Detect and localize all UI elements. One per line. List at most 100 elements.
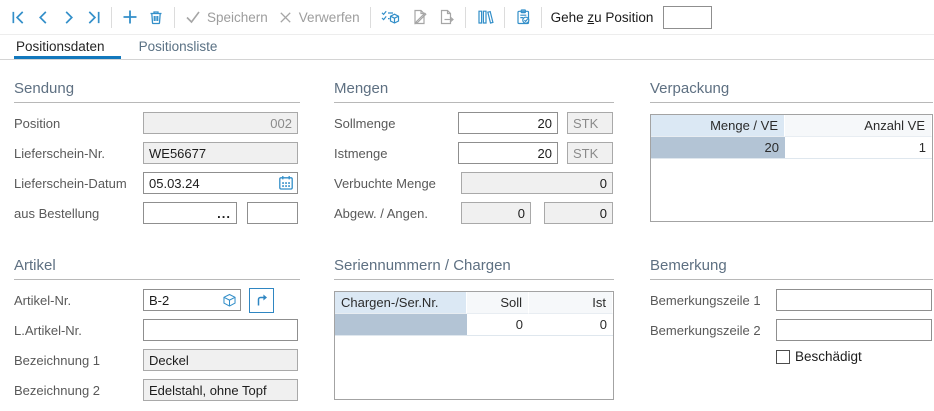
- nav-next-button[interactable]: [57, 6, 80, 29]
- nav-last-button[interactable]: [82, 6, 105, 29]
- group-title-verpackung: Verpackung: [650, 80, 933, 103]
- abgewiesen-field[interactable]: [461, 202, 531, 224]
- cell-soll[interactable]: 0: [467, 314, 529, 336]
- table-row: 20 1: [651, 137, 932, 159]
- bemerkungszeile2-field[interactable]: [776, 319, 932, 341]
- goods-check-icon: [381, 9, 401, 25]
- istmenge-field[interactable]: [458, 142, 558, 164]
- beschaedigt-label: Beschädigt: [795, 349, 862, 364]
- group-title-chargen: Seriennummern / Chargen: [334, 257, 614, 280]
- lieferschein-nr-label: Lieferschein-Nr.: [14, 146, 143, 161]
- nav-previous-button[interactable]: [32, 6, 55, 29]
- column-header-chargen-sernr: Chargen-/Ser.Nr.: [335, 292, 467, 314]
- goods-check-button[interactable]: [377, 5, 405, 29]
- add-icon: [122, 9, 138, 25]
- angenommen-field[interactable]: [544, 202, 613, 224]
- toolbar: Speichern Verwerfen Gehe zu Position: [0, 0, 934, 35]
- forward-document-icon: [438, 9, 455, 25]
- clipboard-check-button[interactable]: [511, 5, 535, 29]
- aus-bestellung-label: aus Bestellung: [14, 206, 143, 221]
- artikel-nr-label: Artikel-Nr.: [14, 293, 143, 308]
- toolbar-separator: [370, 7, 371, 28]
- table-row: 0 0: [335, 314, 613, 336]
- group-sendung: Sendung Position Lieferschein-Nr. Liefer…: [14, 80, 300, 232]
- column-header-menge-ve: Menge / VE: [651, 115, 785, 137]
- delete-position-button[interactable]: [144, 5, 168, 29]
- goto-arrow-icon: [254, 292, 270, 308]
- add-position-button[interactable]: [118, 5, 142, 29]
- edit-document-button[interactable]: [407, 5, 432, 29]
- istmenge-unit-field[interactable]: [567, 142, 613, 164]
- discard-button[interactable]: Verwerfen: [274, 6, 364, 29]
- forward-document-button[interactable]: [434, 5, 459, 29]
- bemerkungszeile2-label: Bemerkungszeile 2: [650, 323, 776, 338]
- position-field[interactable]: [143, 112, 298, 134]
- group-verpackung: Verpackung Menge / VE Anzahl VE 20 1: [650, 80, 933, 222]
- verbuchte-menge-field[interactable]: [461, 172, 613, 194]
- column-header-ist: Ist: [529, 292, 613, 314]
- bezeichnung1-field[interactable]: [143, 349, 298, 371]
- catalog-books-icon: [476, 9, 494, 25]
- artikel-nr-input[interactable]: [149, 293, 222, 308]
- lieferschein-nr-field[interactable]: [143, 142, 298, 164]
- verpackung-table-header: Menge / VE Anzahl VE: [651, 115, 932, 137]
- column-header-soll: Soll: [467, 292, 529, 314]
- bezeichnung1-label: Bezeichnung 1: [14, 353, 143, 368]
- sollmenge-field[interactable]: [458, 112, 558, 134]
- catalog-button[interactable]: [472, 5, 498, 29]
- toolbar-separator: [174, 7, 175, 28]
- bemerkungszeile1-field[interactable]: [776, 289, 932, 311]
- group-title-mengen: Mengen: [334, 80, 614, 103]
- tab-bar: Positionsdaten Positionsliste: [0, 36, 934, 60]
- bezeichnung2-label: Bezeichnung 2: [14, 383, 143, 398]
- goto-position-input[interactable]: [663, 6, 712, 29]
- verbuchte-menge-label: Verbuchte Menge: [334, 176, 458, 191]
- calendar-icon[interactable]: [278, 175, 294, 191]
- cell-anzahl-ve[interactable]: 1: [785, 137, 932, 159]
- bezeichnung2-field[interactable]: [143, 379, 298, 401]
- x-icon: [278, 10, 293, 25]
- bemerkungszeile1-label: Bemerkungszeile 1: [650, 293, 776, 308]
- abgew-angen-label: Abgew. / Angen.: [334, 206, 458, 221]
- toolbar-separator: [465, 7, 466, 28]
- trash-icon: [148, 9, 164, 25]
- save-button-label: Speichern: [207, 10, 268, 25]
- group-mengen: Mengen Sollmenge Istmenge Verbuchte Meng…: [334, 80, 614, 232]
- chargen-table: Chargen-/Ser.Nr. Soll Ist 0 0: [334, 291, 614, 400]
- beschaedigt-checkbox[interactable]: [776, 350, 790, 364]
- goto-position-label: Gehe zu Position: [551, 10, 654, 25]
- aus-bestellung-field[interactable]: ...: [143, 202, 237, 224]
- lookup-ellipsis-button[interactable]: ...: [215, 206, 233, 221]
- beschaedigt-row: Beschädigt: [650, 349, 933, 364]
- check-icon: [185, 9, 201, 25]
- istmenge-label: Istmenge: [334, 146, 458, 161]
- group-seriennummern-chargen: Seriennummern / Chargen Chargen-/Ser.Nr.…: [334, 257, 614, 400]
- tab-positionsdaten[interactable]: Positionsdaten: [14, 36, 121, 59]
- chargen-table-header: Chargen-/Ser.Nr. Soll Ist: [335, 292, 613, 314]
- clipboard-check-icon: [515, 9, 531, 25]
- aus-bestellung-position-field[interactable]: [247, 202, 298, 224]
- toolbar-separator: [504, 7, 505, 28]
- nav-first-button[interactable]: [7, 6, 30, 29]
- toolbar-separator: [111, 7, 112, 28]
- position-label: Position: [14, 116, 143, 131]
- cube-icon[interactable]: [222, 293, 237, 308]
- cell-menge-ve[interactable]: 20: [651, 137, 785, 159]
- sollmenge-unit-field[interactable]: [567, 112, 613, 134]
- lieferschein-datum-input[interactable]: [149, 176, 278, 191]
- group-title-sendung: Sendung: [14, 80, 300, 103]
- group-title-artikel: Artikel: [14, 257, 300, 280]
- goto-artikel-button[interactable]: [249, 288, 274, 313]
- sollmenge-label: Sollmenge: [334, 116, 458, 131]
- cell-ist[interactable]: 0: [529, 314, 613, 336]
- lieferschein-datum-field[interactable]: [143, 172, 298, 194]
- save-button[interactable]: Speichern: [181, 5, 272, 29]
- edit-document-icon: [411, 9, 428, 25]
- l-artikel-nr-field[interactable]: [143, 319, 298, 341]
- tab-positionsliste[interactable]: Positionsliste: [137, 36, 234, 59]
- aus-bestellung-input[interactable]: [149, 206, 215, 221]
- artikel-nr-field[interactable]: [143, 289, 241, 311]
- discard-button-label: Verwerfen: [299, 10, 360, 25]
- cell-chargen-sernr[interactable]: [335, 314, 467, 336]
- l-artikel-nr-label: L.Artikel-Nr.: [14, 323, 143, 338]
